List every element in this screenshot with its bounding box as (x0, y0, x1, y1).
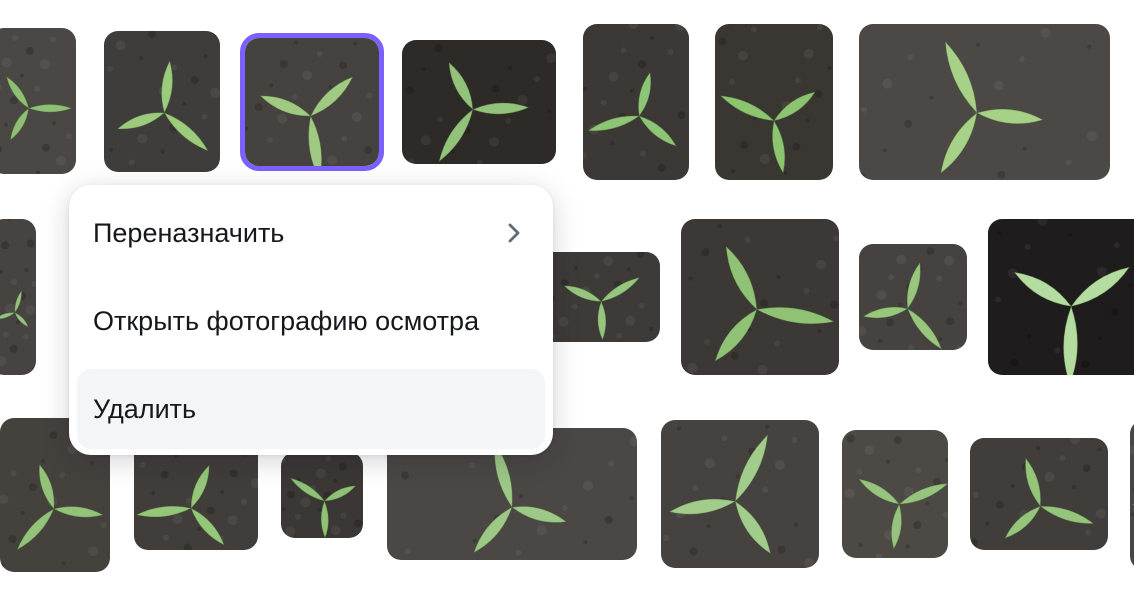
seedling-photo[interactable] (661, 420, 819, 568)
menu-item-delete[interactable]: Удалить (77, 369, 545, 449)
menu-item-label: Открыть фотографию осмотра (93, 305, 480, 336)
seedling-photo[interactable] (859, 24, 1110, 180)
seedling-photo[interactable] (859, 244, 967, 350)
seedling-photo[interactable] (104, 31, 220, 172)
seedling-photo[interactable] (281, 452, 363, 538)
seedling-photo[interactable] (540, 252, 660, 342)
seedling-photo[interactable] (402, 40, 556, 164)
seedling-photo[interactable] (681, 219, 839, 375)
seedling-photo[interactable] (715, 24, 833, 180)
seedling-photo[interactable] (583, 24, 689, 180)
chevron-right-icon (503, 222, 525, 244)
seedling-photo[interactable] (0, 219, 36, 375)
context-menu: Переназначить Открыть фотографию осмотра… (69, 185, 553, 455)
seedling-photo[interactable] (970, 438, 1108, 550)
menu-item-open-inspection-photo[interactable]: Открыть фотографию осмотра (77, 281, 545, 361)
seedling-photo[interactable] (0, 28, 76, 174)
menu-item-reassign[interactable]: Переназначить (77, 193, 545, 273)
menu-item-label: Удалить (93, 393, 197, 424)
seedling-photo[interactable] (842, 430, 948, 558)
photo-grid: Переназначить Открыть фотографию осмотра… (0, 0, 1134, 600)
seedling-photo[interactable] (988, 219, 1134, 375)
menu-item-label: Переназначить (93, 217, 285, 248)
seedling-photo-selected[interactable] (240, 33, 384, 171)
seedling-photo[interactable] (134, 440, 258, 550)
seedling-photo[interactable] (1130, 420, 1134, 570)
